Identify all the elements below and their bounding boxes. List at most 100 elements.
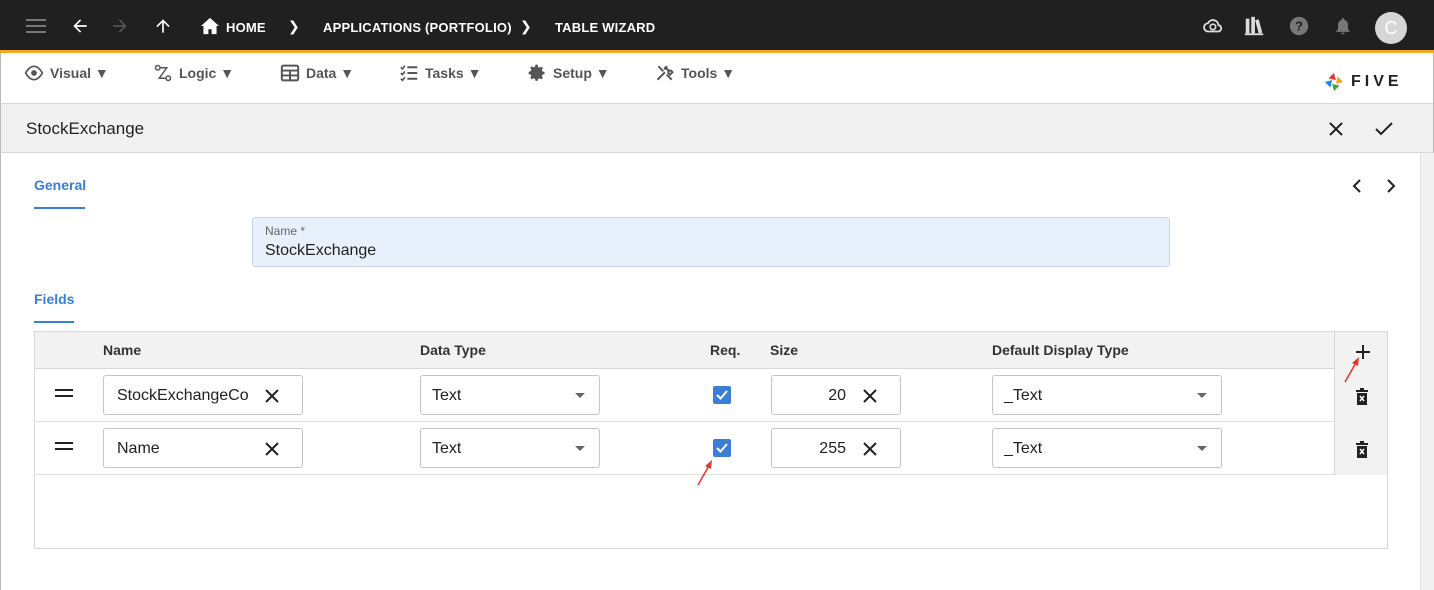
menu-tasks[interactable]: Tasks ▼	[399, 63, 481, 83]
clear-icon[interactable]	[262, 439, 282, 459]
name-field[interactable]: Name * StockExchange	[252, 217, 1170, 267]
fields-grid: Name Data Type Req. Size Default Display…	[34, 331, 1388, 549]
trash-icon	[1356, 441, 1368, 458]
gear-icon	[528, 64, 545, 81]
data-type-value: Text	[432, 387, 462, 404]
logic-icon	[154, 64, 172, 82]
tab-general-indicator	[34, 207, 85, 209]
table-row: StockExchangeCo Text 20 _Text	[35, 369, 1334, 422]
name-field-value[interactable]: StockExchange	[265, 242, 376, 260]
display-type-select[interactable]: _Text	[992, 428, 1222, 468]
chevron-right-icon: ❯	[520, 18, 532, 34]
save-button[interactable]	[1372, 117, 1396, 141]
menu-visual-label: Visual	[50, 65, 91, 81]
caret-down-icon: ▼	[721, 65, 736, 81]
caret-down-icon: ▼	[94, 65, 109, 81]
menu-icon[interactable]	[24, 14, 48, 38]
menu-setup-label: Setup	[553, 65, 592, 81]
notifications-icon[interactable]	[1331, 14, 1355, 38]
clear-icon[interactable]	[860, 439, 880, 459]
breadcrumb-home[interactable]: HOME	[226, 20, 266, 35]
cloud-sync-icon[interactable]	[1200, 14, 1224, 38]
help-icon[interactable]: ?	[1287, 14, 1311, 38]
tab-fields-indicator	[34, 321, 74, 323]
menu-tools-label: Tools	[681, 65, 718, 81]
tasks-icon	[400, 65, 418, 82]
breadcrumb-table-wizard[interactable]: TABLE WIZARD	[555, 20, 655, 35]
display-type-value: _Text	[1004, 440, 1043, 457]
menu-data[interactable]: Data ▼	[280, 63, 354, 83]
menu-setup[interactable]: Setup ▼	[527, 63, 610, 83]
field-name-value: StockExchangeCo	[117, 387, 249, 404]
home-icon[interactable]	[198, 14, 222, 38]
menu-data-label: Data	[306, 65, 337, 81]
tools-icon	[656, 65, 674, 81]
check-icon	[716, 443, 728, 453]
up-arrow-icon[interactable]	[151, 14, 175, 38]
scrollbar[interactable]	[1420, 153, 1434, 590]
clear-icon[interactable]	[262, 386, 282, 406]
tab-general[interactable]: General	[34, 177, 86, 193]
menu-visual[interactable]: Visual ▼	[24, 63, 109, 83]
next-record-button[interactable]	[1381, 176, 1401, 196]
caret-down-icon: ▼	[340, 65, 355, 81]
chevron-left-icon	[1352, 179, 1361, 193]
forward-arrow-icon[interactable]	[108, 14, 132, 38]
size-value: 20	[828, 387, 846, 404]
check-icon	[1375, 122, 1393, 136]
drag-handle-icon[interactable]	[55, 389, 73, 401]
menu-logic[interactable]: Logic ▼	[153, 63, 234, 83]
table-row: Name Text 255 _Text	[35, 422, 1334, 475]
check-icon	[716, 390, 728, 400]
display-type-value: _Text	[1004, 387, 1043, 404]
column-header-name: Name	[103, 342, 142, 358]
avatar[interactable]: C	[1375, 12, 1407, 44]
logo-text: FIVE	[1351, 73, 1403, 90]
previous-record-button[interactable]	[1347, 176, 1367, 196]
delete-row-button[interactable]	[1353, 387, 1371, 407]
delete-row-button[interactable]	[1353, 440, 1371, 460]
caret-down-icon: ▼	[595, 65, 610, 81]
required-checkbox[interactable]	[713, 439, 731, 457]
caret-down-icon: ▼	[220, 65, 235, 81]
size-input[interactable]: 255	[771, 428, 901, 468]
cancel-button[interactable]	[1324, 117, 1348, 141]
app-bar: HOME ❯ APPLICATIONS (PORTFOLIO) ❯ TABLE …	[0, 0, 1434, 53]
five-logo-icon	[1324, 72, 1344, 92]
name-field-label: Name *	[265, 224, 306, 238]
data-type-select[interactable]: Text	[420, 428, 600, 468]
eye-icon	[24, 65, 44, 81]
menu-logic-label: Logic	[179, 65, 217, 81]
required-checkbox[interactable]	[713, 386, 731, 404]
column-header-size: Size	[770, 342, 799, 358]
page-title: StockExchange	[26, 119, 145, 138]
back-arrow-icon[interactable]	[68, 14, 92, 38]
menu-bar: Visual ▼ Logic ▼ Data ▼ Tasks ▼ Setup ▼ …	[0, 53, 1434, 103]
tab-fields[interactable]: Fields	[34, 291, 74, 307]
field-name-value: Name	[117, 440, 160, 457]
caret-down-icon	[575, 446, 585, 451]
library-icon[interactable]	[1242, 14, 1266, 38]
annotation-arrow-icon	[697, 460, 712, 486]
clear-icon[interactable]	[860, 386, 880, 406]
data-type-select[interactable]: Text	[420, 375, 600, 415]
caret-down-icon	[575, 393, 585, 398]
svg-text:?: ?	[1295, 19, 1303, 34]
form-content: General Name * StockExchange Fields Name…	[0, 153, 1420, 590]
five-logo: FIVE	[1323, 71, 1403, 93]
field-name-input[interactable]: Name	[103, 428, 303, 468]
caret-down-icon: ▼	[467, 65, 482, 81]
column-header-data-type: Data Type	[420, 342, 486, 358]
close-icon	[1329, 122, 1343, 136]
size-input[interactable]: 20	[771, 375, 901, 415]
size-value: 255	[819, 440, 846, 457]
drag-handle-icon[interactable]	[55, 442, 73, 454]
breadcrumb-applications[interactable]: APPLICATIONS (PORTFOLIO)	[323, 20, 512, 35]
display-type-select[interactable]: _Text	[992, 375, 1222, 415]
caret-down-icon	[1197, 393, 1207, 398]
chevron-right-icon: ❯	[288, 18, 300, 34]
menu-tools[interactable]: Tools ▼	[655, 63, 735, 83]
menu-tasks-label: Tasks	[425, 65, 464, 81]
field-name-input[interactable]: StockExchangeCo	[103, 375, 303, 415]
annotation-arrow-icon	[1344, 357, 1359, 383]
